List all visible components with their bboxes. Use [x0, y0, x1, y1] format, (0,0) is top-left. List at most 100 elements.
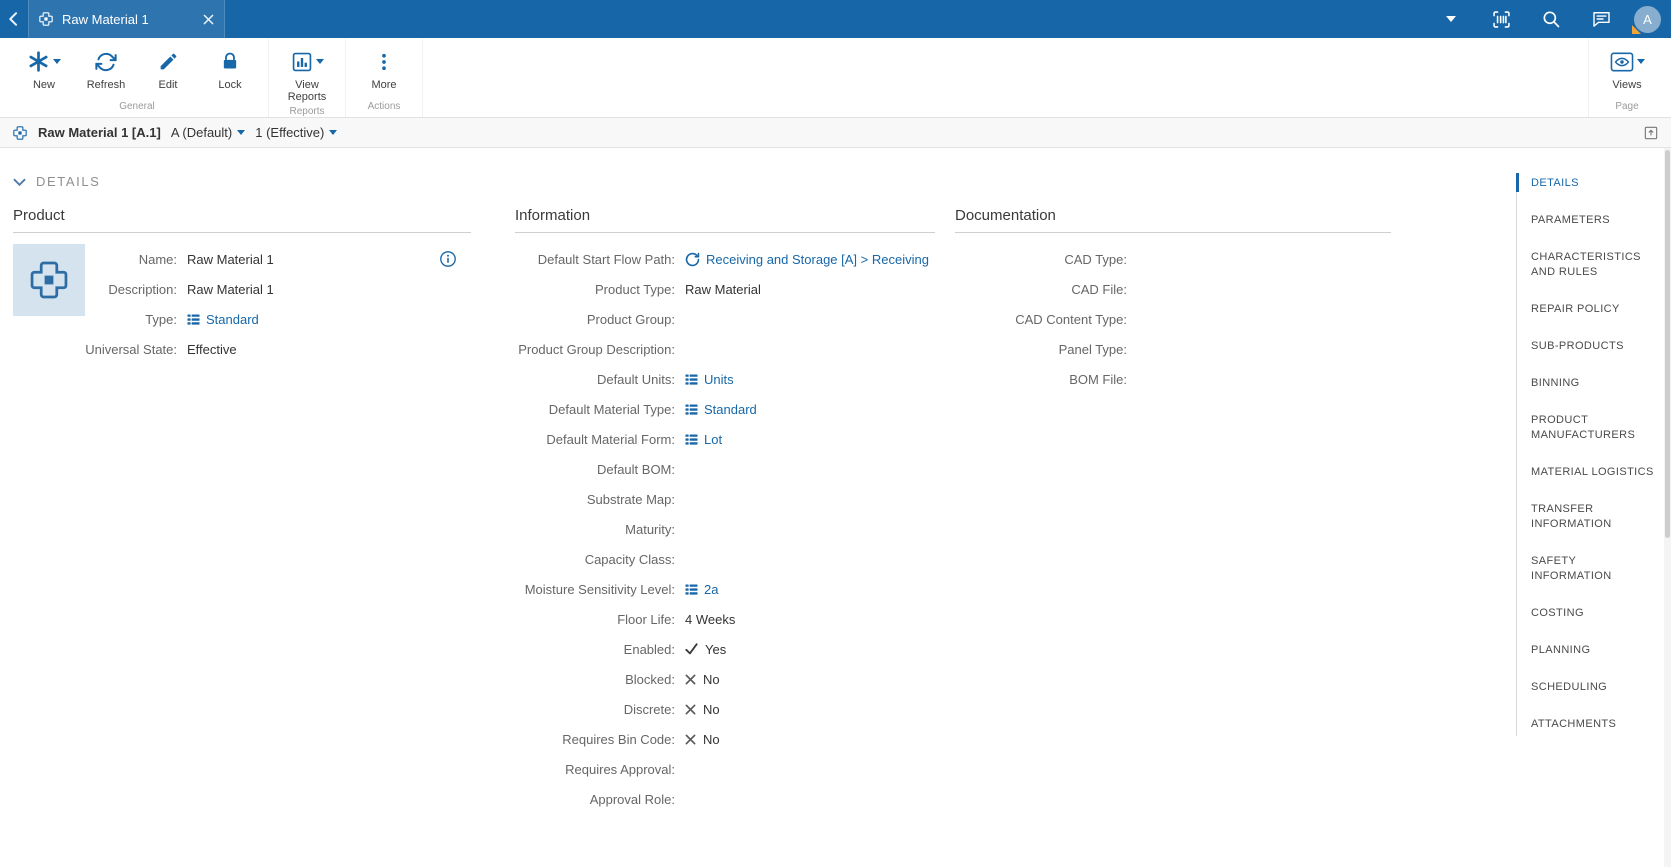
field-label: Name:: [138, 251, 177, 267]
refresh-button[interactable]: Refresh: [76, 43, 136, 91]
default-material-type-link[interactable]: Standard: [685, 402, 757, 417]
requires-bin-code-value: No: [685, 732, 720, 747]
close-tab-icon[interactable]: [203, 14, 214, 25]
default-start-flow-path-link[interactable]: Receiving and Storage [A] > Receiving: [685, 252, 929, 267]
sidenav-item-attachments[interactable]: ATTACHMENTS: [1531, 717, 1657, 732]
sidenav-item-material-logistics[interactable]: MATERIAL LOGISTICS: [1531, 465, 1657, 480]
field-label: Type:: [145, 311, 177, 327]
sidenav-item-binning[interactable]: BINNING: [1531, 376, 1657, 391]
field-row-discrete: Discrete: No: [515, 694, 935, 724]
back-button[interactable]: [0, 0, 28, 38]
lock-button[interactable]: Lock: [200, 43, 260, 91]
product-image: [13, 244, 85, 316]
sidenav-item-characteristics-and-rules[interactable]: CHARACTERISTICS AND RULES: [1531, 250, 1657, 280]
more-button-label: More: [371, 79, 397, 91]
details-section-header[interactable]: DETAILS: [13, 174, 1516, 189]
caret-down-icon: [1636, 59, 1645, 64]
new-button-label: New: [32, 79, 55, 91]
vertical-scrollbar[interactable]: [1664, 148, 1671, 867]
views-button[interactable]: Views: [1597, 43, 1657, 91]
section-title: DETAILS: [36, 174, 101, 189]
field-label: Default Units:: [596, 371, 675, 387]
type-link[interactable]: Standard: [187, 312, 259, 327]
field-label: Requires Bin Code:: [562, 731, 675, 747]
version-selector[interactable]: A (Default): [171, 125, 246, 140]
sidenav-item-planning[interactable]: PLANNING: [1531, 643, 1657, 658]
column-header-documentation: Documentation: [955, 207, 1391, 233]
sidenav-item-product-manufacturers[interactable]: PRODUCT MANUFACTURERS: [1531, 413, 1657, 443]
sidenav-item-safety-information[interactable]: SAFETY INFORMATION: [1531, 554, 1657, 584]
description-value: Raw Material 1: [187, 281, 274, 297]
field-label: CAD Content Type:: [1015, 311, 1127, 327]
ribbon-group-general: New Refresh Edit Lock General: [6, 38, 269, 117]
x-icon: [685, 674, 696, 685]
field-label: CAD Type:: [1064, 251, 1127, 267]
field-label: Capacity Class:: [584, 551, 675, 567]
sidenav-item-repair-policy[interactable]: REPAIR POLICY: [1531, 302, 1657, 317]
universal-state-value: Effective: [187, 341, 237, 357]
scan-icon[interactable]: [1484, 0, 1518, 38]
sidenav-item-transfer-information[interactable]: TRANSFER INFORMATION: [1531, 502, 1657, 532]
more-button[interactable]: More: [354, 43, 414, 91]
field-row-type: Type: Standard: [85, 304, 471, 334]
chat-icon[interactable]: [1584, 0, 1618, 38]
edit-button[interactable]: Edit: [138, 43, 198, 91]
refresh-button-label: Refresh: [86, 79, 126, 91]
breadcrumb: Raw Material 1 [A.1] A (Default) 1 (Effe…: [0, 118, 1671, 148]
field-label: Default Material Form:: [546, 431, 675, 447]
reports-icon: [291, 51, 313, 73]
info-icon[interactable]: [439, 250, 457, 268]
ribbon-group-label: Page: [1615, 101, 1639, 112]
field-label: Requires Approval:: [565, 761, 675, 777]
app-window: Raw Material 1 A New Refresh Edit Lock G…: [0, 0, 1671, 867]
sidenav-item-parameters[interactable]: PARAMETERS: [1531, 213, 1657, 228]
field-row-cad-type: CAD Type:: [955, 244, 1391, 274]
sidenav-item-scheduling[interactable]: SCHEDULING: [1531, 680, 1657, 695]
discrete-value: No: [685, 702, 720, 717]
revision-selector[interactable]: 1 (Effective): [255, 125, 338, 140]
ribbon-group-actions: More Actions: [346, 38, 423, 117]
name-value: Raw Material 1: [187, 251, 274, 267]
view-reports-button[interactable]: View Reports: [277, 43, 337, 103]
field-row-cad-file: CAD File:: [955, 274, 1391, 304]
field-label: Default Start Flow Path:: [537, 251, 675, 267]
floor-life-value: 4 Weeks: [685, 611, 736, 627]
more-icon: [374, 51, 394, 73]
sidenav-item-sub-products[interactable]: SUB-PRODUCTS: [1531, 339, 1657, 354]
field-row-blocked: Blocked: No: [515, 664, 935, 694]
default-units-link[interactable]: Units: [685, 372, 734, 387]
tab-raw-material-1[interactable]: Raw Material 1: [28, 0, 225, 38]
entity-icon: [685, 433, 698, 446]
field-row-panel-type: Panel Type:: [955, 334, 1391, 364]
moisture-sensitivity-level-link[interactable]: 2a: [685, 582, 718, 597]
field-row-default-units: Default Units: Units: [515, 364, 935, 394]
field-label: Product Group Description:: [518, 341, 675, 357]
field-label: Description:: [108, 281, 177, 297]
entity-icon: [685, 403, 698, 416]
field-label: Maturity:: [625, 521, 675, 537]
default-material-form-link[interactable]: Lot: [685, 432, 722, 447]
sidenav-item-details[interactable]: DETAILS: [1516, 173, 1657, 192]
enabled-value: Yes: [685, 642, 726, 657]
scrollbar-thumb[interactable]: [1665, 150, 1670, 538]
details-columns: Product Name: Raw Material 1 Description…: [13, 207, 1516, 814]
lock-button-label: Lock: [218, 79, 242, 91]
caret-down-icon: [1446, 16, 1456, 22]
chat-icon: [1591, 9, 1612, 29]
ribbon-group-label: Actions: [367, 101, 401, 112]
views-icon: [1610, 51, 1634, 73]
details-panel: DETAILS Product Name: Raw Material 1 Des…: [0, 148, 1516, 867]
field-row-enabled: Enabled: Yes: [515, 634, 935, 664]
field-label: Enabled:: [623, 641, 675, 657]
entity-icon: [187, 313, 200, 326]
caret-down-icon: [329, 130, 338, 135]
x-icon: [685, 704, 696, 715]
avatar[interactable]: A: [1632, 5, 1661, 34]
column-information: Information Default Start Flow Path: Rec…: [515, 207, 935, 814]
sidenav-item-costing[interactable]: COSTING: [1531, 606, 1657, 621]
search-icon[interactable]: [1534, 0, 1568, 38]
chevron-down-icon[interactable]: [1434, 0, 1468, 38]
new-button[interactable]: New: [14, 43, 74, 91]
field-label: Universal State:: [85, 341, 177, 357]
expand-panel-icon[interactable]: [1643, 125, 1659, 141]
